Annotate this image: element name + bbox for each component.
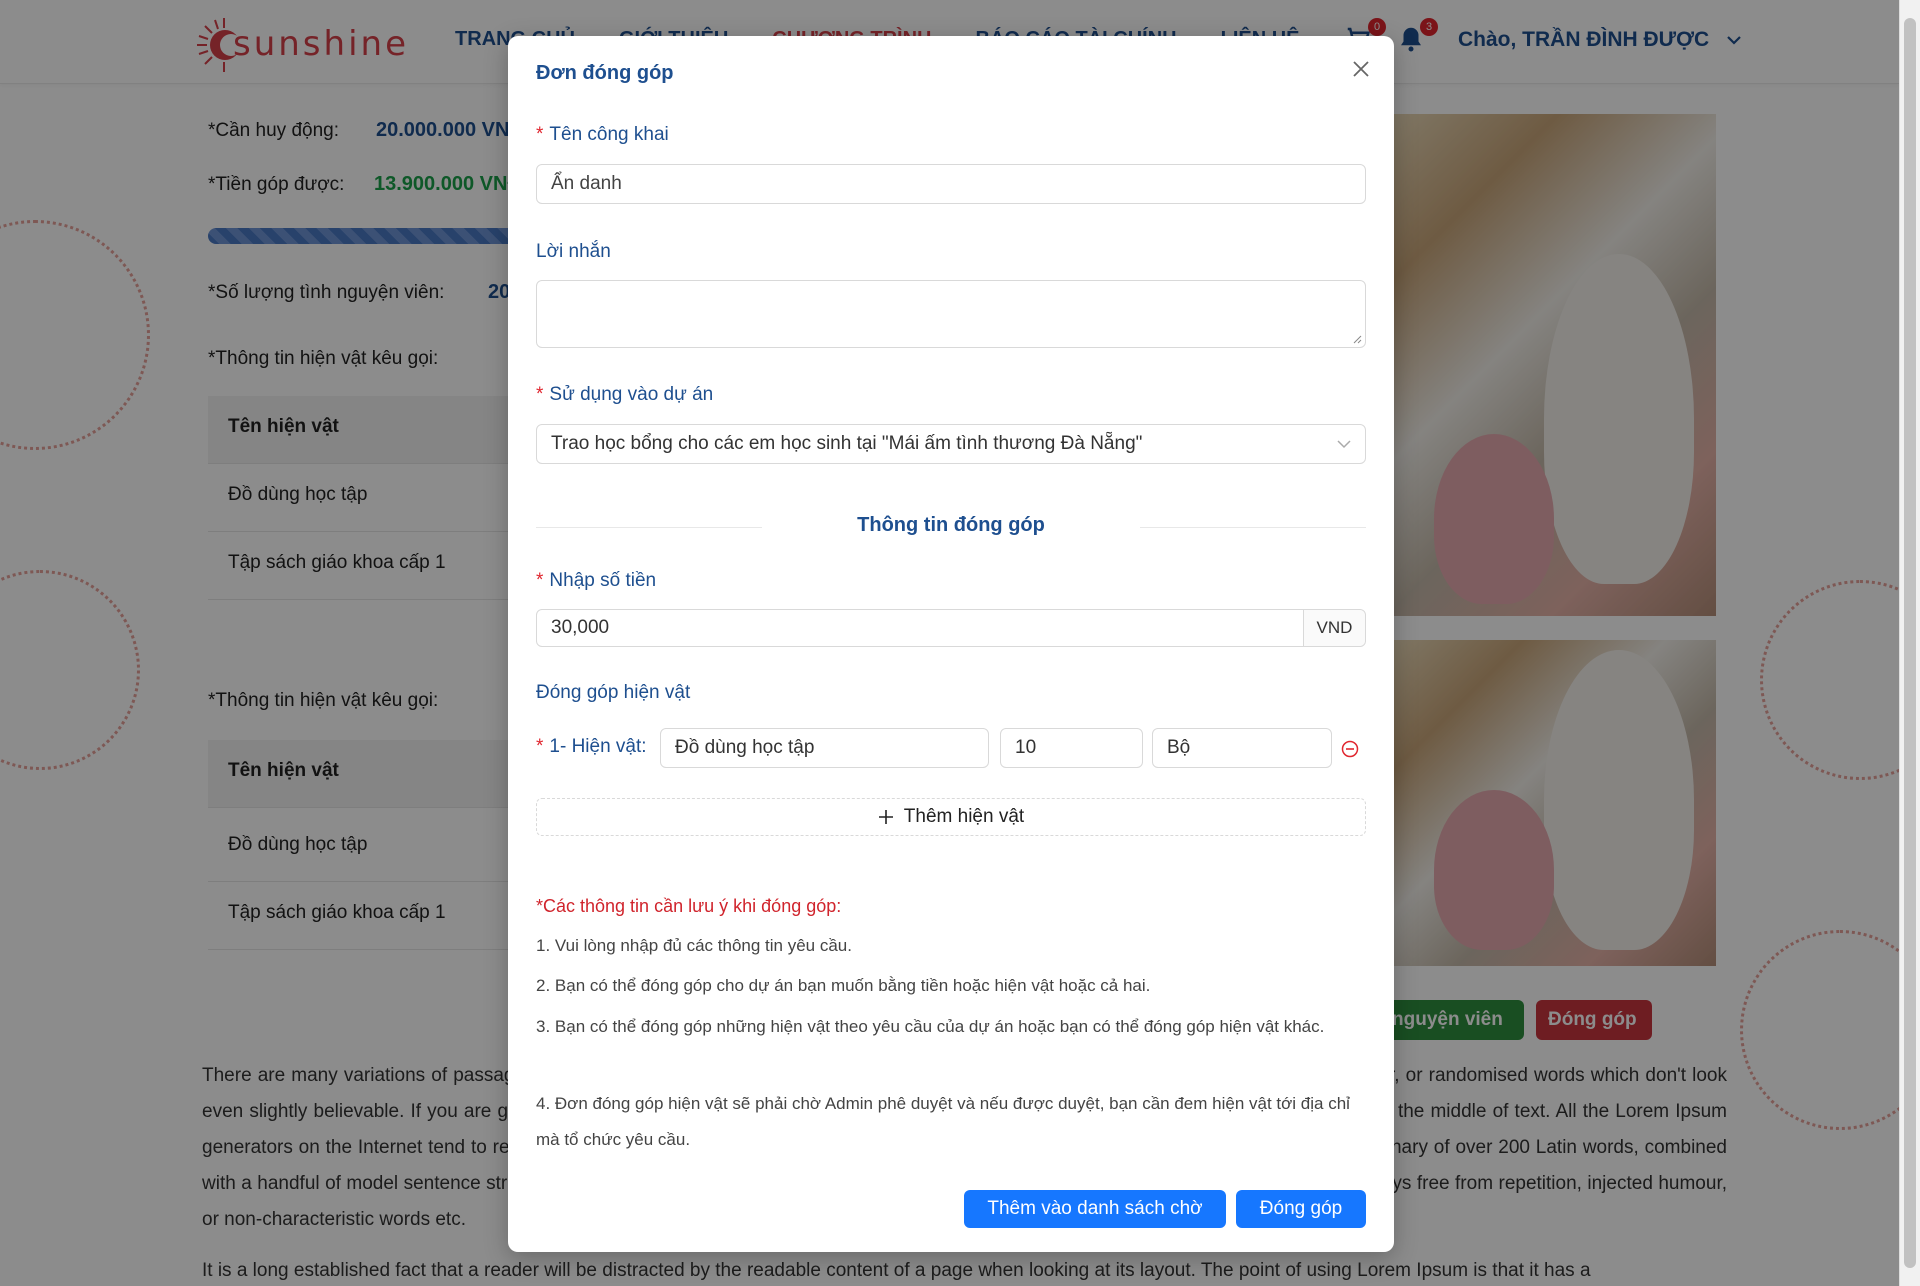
public-name-value: Ẩn danh — [551, 173, 622, 194]
note-item-4: 4. Đơn đóng góp hiện vật sẽ phải chờ Adm… — [536, 1094, 1350, 1149]
note-item-1: 1. Vui lòng nhập đủ các thông tin yêu cầ… — [536, 936, 852, 955]
page-scrollbar[interactable] — [1899, 0, 1920, 1286]
note-item-2: 2. Bạn có thể đóng góp cho dự án bạn muố… — [536, 976, 1151, 995]
submit-donation-button[interactable]: Đóng góp — [1236, 1190, 1366, 1228]
amount-value: 30,000 — [551, 617, 610, 638]
resize-handle-icon — [1353, 335, 1362, 344]
project-select-value: Trao học bổng cho các em học sinh tại "M… — [551, 433, 1143, 454]
amount-label-text: Nhập số tiền — [549, 570, 657, 591]
message-textarea[interactable] — [536, 280, 1366, 348]
add-item-button[interactable]: Thêm hiện vật — [536, 798, 1366, 836]
close-icon[interactable] — [1350, 58, 1372, 80]
item-unit-input[interactable]: Bộ — [1152, 728, 1332, 768]
item-row-label: * 1- Hiện vật: — [536, 736, 647, 758]
plus-icon — [878, 810, 893, 824]
public-name-label: * Tên công khai — [536, 124, 669, 146]
public-name-input[interactable]: Ẩn danh — [536, 164, 1366, 204]
modal-title: Đơn đóng góp — [536, 62, 674, 84]
chevron-down-icon — [1337, 440, 1351, 449]
section-divider-right — [1140, 527, 1366, 528]
required-mark: * — [536, 570, 544, 591]
amount-input[interactable]: 30,000 VND — [536, 609, 1366, 647]
add-item-label: Thêm hiện vật — [903, 806, 1025, 827]
required-mark: * — [536, 384, 544, 405]
item-unit-value: Bộ — [1167, 737, 1191, 758]
item-quantity-value: 10 — [1015, 737, 1037, 758]
public-name-label-text: Tên công khai — [549, 124, 669, 145]
donation-modal: Đơn đóng góp * Tên công khai Ẩn danh Lời … — [508, 36, 1394, 1252]
item-row-label-text: 1- Hiện vật: — [549, 736, 647, 757]
project-select[interactable]: Trao học bổng cho các em học sinh tại "M… — [536, 424, 1366, 464]
item-name-value: Đồ dùng học tập — [675, 737, 815, 758]
required-mark: * — [536, 124, 544, 145]
note-item-3: 3. Bạn có thể đóng góp những hiện vật th… — [536, 1017, 1325, 1036]
message-label: Lời nhắn — [536, 241, 611, 262]
amount-label: * Nhập số tiền — [536, 570, 656, 592]
in-kind-label: Đóng góp hiện vật — [536, 682, 691, 703]
project-label-text: Sử dụng vào dự án — [549, 384, 714, 405]
project-label: * Sử dụng vào dự án — [536, 384, 713, 406]
notes-title: *Các thông tin cần lưu ý khi đóng góp: — [536, 896, 842, 916]
contribution-section-title: Thông tin đóng góp — [857, 514, 1045, 536]
item-name-input[interactable]: Đồ dùng học tập — [660, 728, 989, 768]
remove-item-icon[interactable] — [1341, 740, 1359, 758]
required-mark: * — [536, 736, 544, 757]
scrollbar-thumb[interactable] — [1904, 18, 1916, 1268]
item-quantity-input[interactable]: 10 — [1000, 728, 1143, 768]
add-to-waitlist-button[interactable]: Thêm vào danh sách chờ — [964, 1190, 1226, 1228]
currency-addon: VND — [1303, 610, 1365, 646]
